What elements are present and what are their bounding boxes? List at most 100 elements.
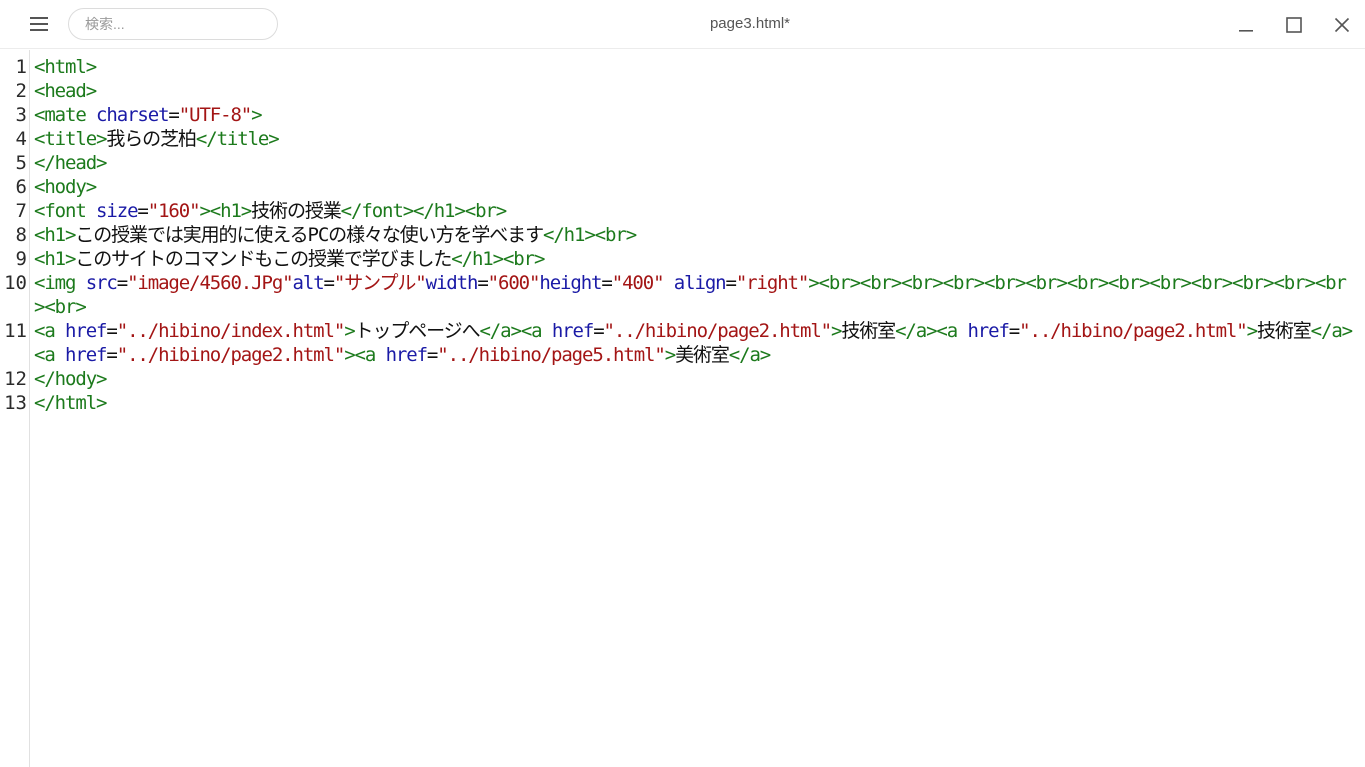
line-number: 13: [4, 392, 27, 414]
line-content: <html>: [34, 55, 1354, 79]
code-token: <hody>: [34, 176, 97, 198]
code-token: href: [967, 320, 1009, 342]
code-line[interactable]: 6 <hody>: [0, 175, 1365, 199]
line-number: 6: [15, 176, 27, 198]
code-token: =: [593, 320, 604, 342]
code-token: </head>: [34, 152, 107, 174]
code-token: </html>: [34, 392, 107, 414]
line-content: <a href="../hibino/index.html">トップページへ</…: [34, 319, 1354, 367]
code-line[interactable]: 12 </hody>: [0, 367, 1365, 391]
code-token: >: [344, 320, 355, 342]
code-token: 技術室: [841, 320, 896, 342]
code-token: "right": [735, 272, 809, 294]
code-token: トップページへ: [354, 320, 481, 342]
code-line[interactable]: 10 <img src="image/4560.JPg"alt="サンプル"wid…: [0, 271, 1365, 319]
code-token: "../hibino/page2.html": [603, 320, 833, 342]
code-token: =: [168, 104, 179, 126]
title-bar: page3.html*: [0, 0, 1365, 49]
code-token: このサイトのコマンドもこの授業で学びました: [75, 248, 452, 270]
line-content: </html>: [34, 391, 1354, 415]
code-token: ><a: [344, 344, 386, 366]
search-input[interactable]: [68, 8, 278, 40]
maximize-icon[interactable]: [1279, 10, 1309, 40]
window-title: page3.html*: [709, 15, 791, 32]
code-token: =: [116, 272, 128, 294]
code-area[interactable]: 1 <html> 2 <head> 3 <mate charset="UTF-8"> 4 <t…: [0, 55, 1365, 415]
code-token: href: [65, 320, 107, 342]
code-token: =: [323, 272, 335, 294]
code-line[interactable]: 2 <head>: [0, 79, 1365, 103]
code-token: >: [664, 344, 676, 366]
code-line[interactable]: 11 <a href="../hibino/index.html">トップページへ…: [0, 319, 1365, 367]
code-line[interactable]: 4 <title>我らの芝柏</title>: [0, 127, 1365, 151]
line-content: <font size="160"><h1>技術の授業</font></h1><b…: [34, 199, 1354, 223]
minimize-icon[interactable]: [1231, 10, 1261, 40]
line-number: 3: [15, 104, 27, 126]
code-token: "../hibino/page2.html": [1019, 320, 1248, 342]
code-token: =: [601, 272, 612, 294]
code-line[interactable]: 3 <mate charset="UTF-8">: [0, 103, 1365, 127]
code-token: "サンプル": [333, 272, 427, 294]
code-token: 技術室: [1256, 320, 1312, 342]
code-token: height: [539, 272, 602, 294]
code-line[interactable]: 5 </head>: [0, 151, 1365, 175]
line-number: 8: [15, 224, 27, 246]
code-token: ><h1>: [199, 200, 252, 222]
line-number: 11: [4, 320, 27, 342]
code-token: <img: [34, 272, 86, 294]
line-content: <head>: [34, 79, 1354, 103]
code-token: この授業では実用的に使えるPCの様々な使い方を学べます: [75, 224, 544, 246]
code-line[interactable]: 8 <h1>この授業では実用的に使えるPCの様々な使い方を学べます</h1><br…: [0, 223, 1365, 247]
line-content: </hody>: [34, 367, 1354, 391]
code-line[interactable]: 1 <html>: [0, 55, 1365, 79]
code-token: src: [85, 272, 118, 294]
line-content: <img src="image/4560.JPg"alt="サンプル"width…: [34, 271, 1354, 319]
code-token: =: [106, 344, 117, 366]
line-content: <h1>この授業では実用的に使えるPCの様々な使い方を学べます</h1><br>: [34, 223, 1354, 247]
line-content: <h1>このサイトのコマンドもこの授業で学びました</h1><br>: [34, 247, 1354, 271]
line-number: 2: [15, 80, 27, 102]
code-line[interactable]: 9 <h1>このサイトのコマンドもこの授業で学びました</h1><br>: [0, 247, 1365, 271]
code-line[interactable]: 13 </html>: [0, 391, 1365, 415]
code-token: =: [137, 200, 148, 222]
code-token: 我らの芝柏: [106, 128, 197, 150]
line-number: 4: [15, 128, 27, 150]
code-token: </a>: [728, 344, 771, 366]
code-token: width: [425, 272, 479, 294]
code-editor[interactable]: 1 <html> 2 <head> 3 <mate charset="UTF-8"> 4 <t…: [0, 50, 1365, 767]
code-token: 技術の授業: [251, 200, 342, 222]
code-token: </h1><br>: [451, 248, 545, 270]
line-number: 12: [4, 368, 27, 390]
code-token: align: [673, 272, 727, 294]
code-token: "600": [487, 272, 541, 294]
code-token: href: [65, 344, 107, 366]
code-token: <font: [34, 200, 97, 222]
code-token: </hody>: [34, 368, 107, 390]
code-token: </a><a: [479, 320, 552, 342]
code-token: >: [251, 104, 262, 126]
code-token: href: [385, 344, 428, 366]
code-token: =: [426, 344, 438, 366]
code-token: </font></h1><br>: [340, 200, 508, 222]
code-token: <head>: [34, 80, 97, 102]
code-line[interactable]: 7 <font size="160"><h1>技術の授業</font></h1><…: [0, 199, 1365, 223]
code-token: <h1>: [34, 248, 76, 270]
code-token: >: [1246, 320, 1258, 342]
code-token: <h1>: [34, 224, 76, 246]
line-content: <mate charset="UTF-8">: [34, 103, 1354, 127]
code-token: <mate: [34, 104, 97, 126]
line-content: </head>: [34, 151, 1354, 175]
code-token: <html>: [34, 56, 97, 78]
code-token: "../hibino/page2.html": [116, 344, 346, 366]
code-token: "160": [147, 200, 201, 222]
line-content: <hody>: [34, 175, 1354, 199]
hamburger-menu-icon[interactable]: [22, 9, 56, 39]
line-number: 9: [15, 248, 27, 270]
close-icon[interactable]: [1327, 10, 1357, 40]
line-number: 1: [15, 56, 27, 78]
code-token: </title>: [195, 128, 280, 150]
line-number: 7: [15, 200, 27, 222]
code-token: "../hibino/page5.html": [437, 344, 666, 366]
code-token: <a: [34, 320, 66, 342]
code-token: href: [551, 320, 594, 342]
